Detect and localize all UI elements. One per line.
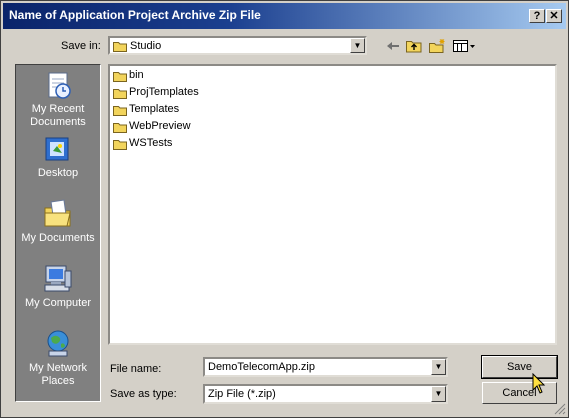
file-name: Templates: [129, 103, 180, 115]
places-label: My Network Places: [28, 362, 88, 387]
save-in-label: Save in:: [61, 40, 101, 52]
places-desktop[interactable]: Desktop: [16, 135, 100, 180]
view-menu-icon[interactable]: [452, 38, 476, 54]
save-in-combo[interactable]: Studio ▼: [108, 36, 367, 55]
file-name-label: File name:: [110, 363, 162, 375]
save-as-type-value: Zip File (*.zip): [208, 388, 276, 400]
back-icon[interactable]: [384, 38, 402, 54]
save-as-type-label: Save as type:: [110, 388, 177, 400]
folder-icon: [113, 89, 127, 99]
chevron-down-icon[interactable]: ▼: [350, 38, 365, 53]
window-title: Name of Application Project Archive Zip …: [9, 8, 261, 22]
chevron-down-icon[interactable]: ▼: [431, 386, 446, 402]
folder-icon: [113, 72, 127, 82]
places-label: My Documents: [21, 232, 95, 244]
desktop-icon: [45, 137, 69, 161]
places-my-documents[interactable]: My Documents: [16, 198, 100, 245]
places-bar: My Recent Documents Desktop My Documents: [15, 64, 101, 402]
file-name: ProjTemplates: [129, 86, 199, 98]
close-button[interactable]: ✕: [546, 9, 562, 23]
up-folder-icon[interactable]: [405, 38, 423, 54]
places-my-computer[interactable]: My Computer: [16, 263, 100, 310]
file-list[interactable]: bin ProjTemplates Templates WebPreview W…: [108, 64, 557, 345]
file-name: bin: [129, 69, 144, 81]
network-places-icon: [47, 330, 69, 357]
folder-icon: [113, 140, 127, 150]
title-bar[interactable]: Name of Application Project Archive Zip …: [3, 3, 566, 29]
folder-icon: [113, 106, 127, 116]
recent-documents-icon: [48, 72, 71, 99]
my-computer-icon: [44, 265, 72, 292]
places-my-network-places[interactable]: My Network Places: [16, 328, 100, 388]
cursor-icon: [532, 373, 546, 394]
resize-grip-icon[interactable]: [554, 403, 566, 415]
save-as-type-select[interactable]: Zip File (*.zip) ▼: [203, 384, 448, 404]
file-name: WSTests: [129, 137, 173, 149]
save-in-value: Studio: [130, 40, 162, 52]
places-label: My Recent Documents: [30, 103, 86, 128]
my-documents-icon: [44, 199, 71, 227]
file-name-value: DemoTelecomApp.zip: [208, 361, 315, 373]
help-button[interactable]: ?: [529, 9, 545, 23]
folder-icon: [113, 42, 127, 52]
folder-icon: [113, 123, 127, 133]
places-my-recent-documents[interactable]: My Recent Documents: [16, 71, 100, 129]
file-name-field[interactable]: DemoTelecomApp.zip ▼: [203, 357, 448, 377]
places-label: My Computer: [24, 297, 92, 309]
new-folder-icon[interactable]: [428, 38, 446, 54]
file-name: WebPreview: [129, 120, 191, 132]
places-label: Desktop: [37, 167, 79, 179]
chevron-down-icon[interactable]: ▼: [431, 359, 446, 375]
save-dialog: Name of Application Project Archive Zip …: [0, 0, 569, 418]
